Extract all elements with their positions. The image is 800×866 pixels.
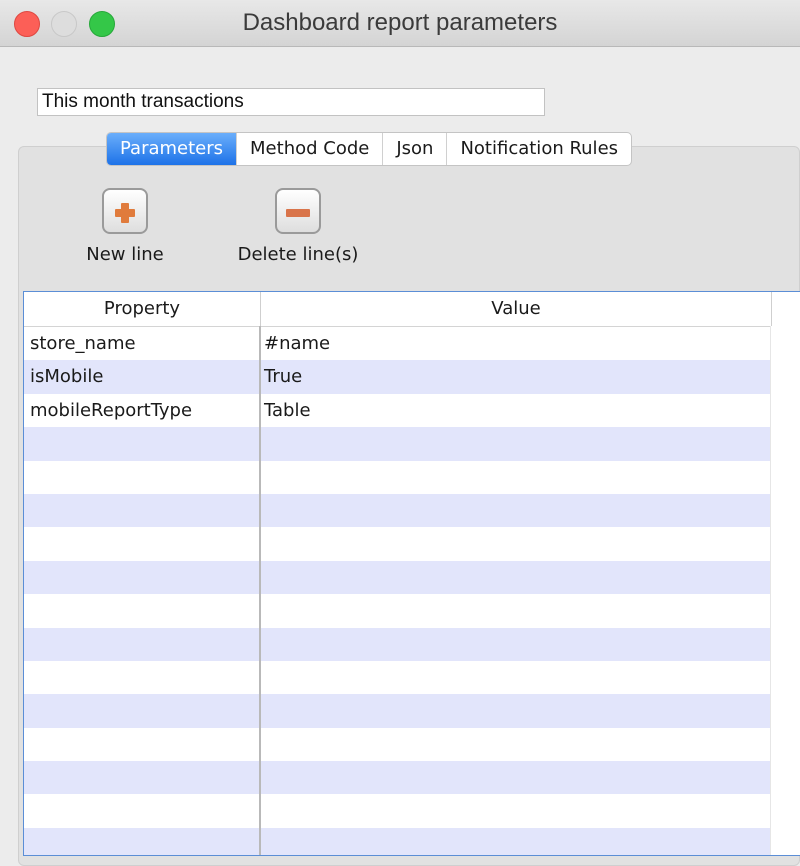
tab-parameters[interactable]: Parameters — [107, 133, 237, 165]
property-cell[interactable]: store_name — [24, 327, 260, 360]
report-name-input[interactable]: This month transactions — [37, 88, 545, 116]
value-cell[interactable] — [260, 761, 770, 794]
property-cell[interactable] — [24, 761, 260, 794]
table-row[interactable] — [24, 728, 800, 761]
table-row[interactable] — [24, 461, 800, 494]
property-cell[interactable]: mobileReportType — [24, 394, 260, 427]
value-cell[interactable] — [260, 494, 770, 527]
property-column-header[interactable]: Property — [24, 292, 261, 326]
property-cell[interactable] — [24, 461, 260, 494]
value-cell[interactable] — [260, 828, 770, 855]
value-cell[interactable]: Table — [260, 394, 770, 427]
value-cell[interactable] — [260, 628, 770, 661]
property-cell[interactable] — [24, 828, 260, 855]
table-row[interactable] — [24, 827, 800, 855]
property-cell[interactable] — [24, 427, 260, 460]
property-cell[interactable] — [24, 661, 260, 694]
title-bar: Dashboard report parameters — [0, 0, 800, 47]
property-cell[interactable] — [24, 628, 260, 661]
window-title: Dashboard report parameters — [242, 9, 558, 36]
new-line-button[interactable]: New line — [82, 188, 168, 265]
property-cell[interactable]: isMobile — [24, 360, 260, 393]
table-row[interactable] — [24, 794, 800, 827]
value-cell[interactable] — [260, 794, 770, 827]
property-cell[interactable] — [24, 494, 260, 527]
table-row[interactable]: store_name #name — [24, 327, 800, 360]
new-line-label: New line — [86, 244, 164, 265]
property-cell[interactable] — [24, 561, 260, 594]
minus-icon — [275, 188, 321, 234]
table-row[interactable] — [24, 427, 800, 461]
tab-method-code[interactable]: Method Code — [236, 133, 382, 165]
table-row[interactable] — [24, 694, 800, 728]
plus-icon — [102, 188, 148, 234]
table-header: Property Value — [24, 292, 800, 327]
property-cell[interactable] — [24, 694, 260, 727]
tab-notification-rules[interactable]: Notification Rules — [446, 133, 631, 165]
property-cell[interactable] — [24, 794, 260, 827]
value-cell[interactable] — [260, 661, 770, 694]
property-cell[interactable] — [24, 594, 260, 627]
table-row[interactable] — [24, 627, 800, 661]
property-cell[interactable] — [24, 728, 260, 761]
value-cell[interactable]: #name — [260, 327, 770, 360]
table-row[interactable] — [24, 527, 800, 560]
table-row[interactable]: mobileReportType Table — [24, 394, 800, 427]
tab-bar: Parameters Method Code Json Notification… — [106, 132, 633, 166]
table-gutter — [770, 326, 800, 855]
property-cell[interactable] — [24, 527, 260, 560]
value-cell[interactable] — [260, 594, 770, 627]
value-cell[interactable] — [260, 527, 770, 560]
value-cell[interactable] — [260, 694, 770, 727]
column-divider[interactable] — [259, 326, 261, 855]
value-cell[interactable] — [260, 561, 770, 594]
table-row[interactable] — [24, 560, 800, 595]
delete-lines-button[interactable]: Delete line(s) — [232, 188, 364, 265]
value-cell[interactable] — [260, 728, 770, 761]
table-row[interactable] — [24, 594, 800, 627]
parameters-table: Property Value store_name #name isMobile Tr… — [23, 291, 800, 856]
tab-json[interactable]: Json — [382, 133, 446, 165]
delete-lines-label: Delete line(s) — [237, 244, 359, 265]
table-body: store_name #name isMobile True mobileReportT… — [24, 327, 800, 855]
value-cell[interactable] — [260, 427, 770, 460]
table-row[interactable] — [24, 761, 800, 795]
value-column-header[interactable]: Value — [261, 292, 772, 326]
value-cell[interactable] — [260, 461, 770, 494]
table-row[interactable] — [24, 493, 800, 528]
value-cell[interactable]: True — [260, 360, 770, 393]
table-row[interactable]: isMobile True — [24, 360, 800, 394]
table-row[interactable] — [24, 661, 800, 694]
